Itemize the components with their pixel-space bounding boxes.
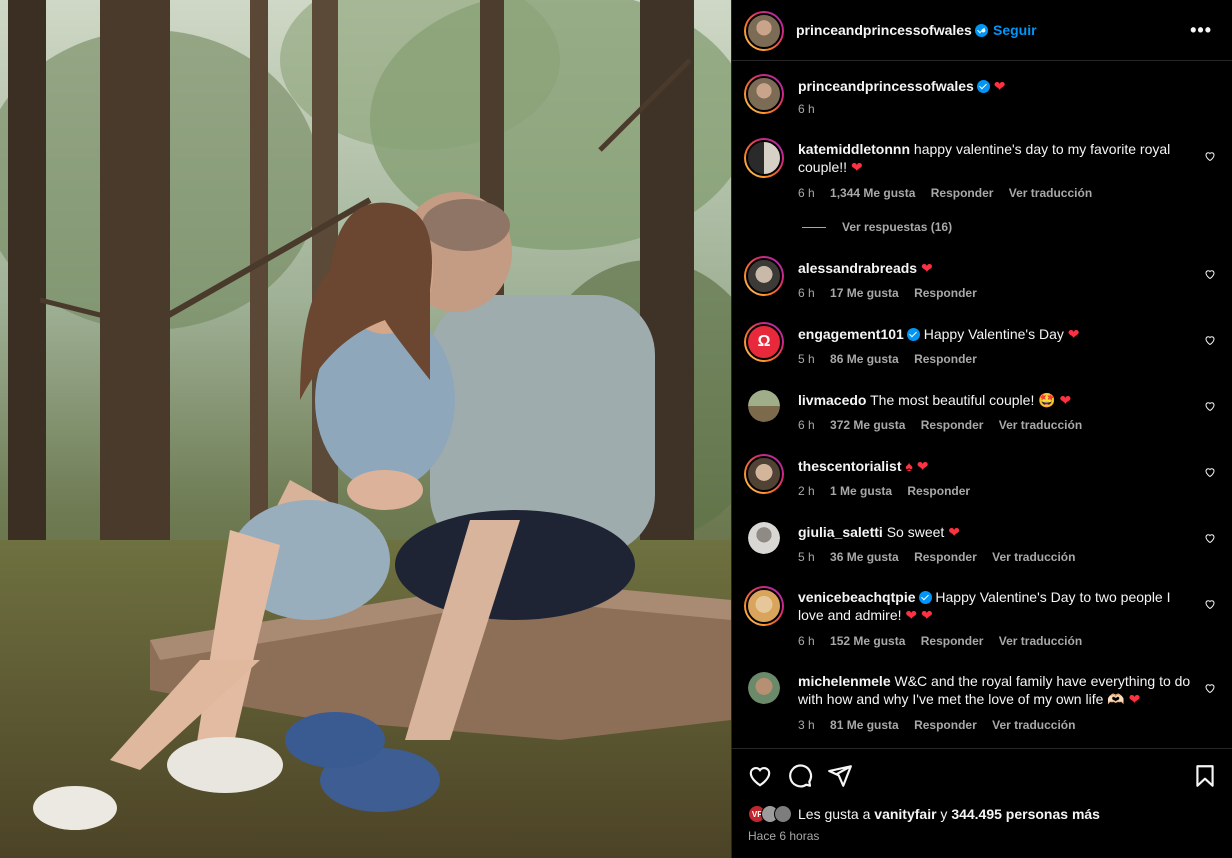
post-time: Hace 6 horas xyxy=(748,829,820,843)
like-comment-icon[interactable] xyxy=(1204,532,1216,544)
commenter-avatar[interactable] xyxy=(744,586,784,626)
comment-emoji: ❤ xyxy=(948,524,960,540)
post-photo xyxy=(0,0,731,858)
liker-avatar xyxy=(774,805,792,823)
view-replies-label: Ver respuestas (16) xyxy=(842,220,953,234)
commenter-avatar[interactable] xyxy=(744,454,784,494)
heart-icon[interactable] xyxy=(747,763,773,789)
comment-time: 6 h xyxy=(798,186,815,200)
like-comment-icon[interactable] xyxy=(1204,400,1216,412)
comment-time: 5 h xyxy=(798,550,815,564)
reply-button[interactable]: Responder xyxy=(931,186,994,200)
comment-username[interactable]: venicebeachqtpie xyxy=(798,589,916,605)
post-actions: VF Les gusta a vanityfair y 344.495 pers… xyxy=(732,748,1232,858)
author-avatar[interactable] xyxy=(744,11,784,51)
commenter-avatar[interactable]: Ω xyxy=(744,322,784,362)
likes-prefix: Les gusta a xyxy=(798,806,875,822)
post-header: princeandprincessofwales • Seguir ••• xyxy=(732,0,1232,61)
translate-button[interactable]: Ver traducción xyxy=(1009,186,1092,200)
comment-time: 3 h xyxy=(798,718,815,732)
share-icon[interactable] xyxy=(827,763,853,789)
comments-list[interactable]: princeandprincessofwales ❤ 6 h katemiddl… xyxy=(732,62,1232,748)
translate-button[interactable]: Ver traducción xyxy=(992,718,1075,732)
commenter-avatar[interactable] xyxy=(748,390,780,422)
separator-dot: • xyxy=(981,22,986,38)
comment-time: 6 h xyxy=(798,634,815,648)
reply-button[interactable]: Responder xyxy=(914,718,977,732)
verified-badge-icon xyxy=(918,591,932,604)
comment-username[interactable]: alessandrabreads xyxy=(798,260,917,276)
comment-time: 5 h xyxy=(798,352,815,366)
comment-emoji: 🤩 ❤ xyxy=(1038,392,1072,408)
reply-button[interactable]: Responder xyxy=(907,484,970,498)
comment-emoji: ♠ ❤ xyxy=(905,458,929,474)
commenter-avatar[interactable] xyxy=(744,256,784,296)
more-options-icon[interactable]: ••• xyxy=(1190,20,1212,41)
author-username[interactable]: princeandprincessofwales xyxy=(796,22,972,38)
reply-button[interactable]: Responder xyxy=(914,286,977,300)
reply-button[interactable]: Responder xyxy=(921,418,984,432)
like-comment-icon[interactable] xyxy=(1204,334,1216,346)
like-comment-icon[interactable] xyxy=(1204,682,1216,694)
comment-emoji: ❤ xyxy=(920,260,933,276)
comment-icon[interactable] xyxy=(787,763,813,789)
verified-badge-icon xyxy=(906,328,920,341)
likes-count-link[interactable]: 344.495 personas más xyxy=(951,806,1100,822)
comment-emoji: ❤ xyxy=(850,159,863,175)
verified-badge-icon xyxy=(976,80,990,93)
caption-time: 6 h xyxy=(798,102,815,116)
comment-likes[interactable]: 17 Me gusta xyxy=(830,286,899,300)
comment-username[interactable]: giulia_saletti xyxy=(798,524,883,540)
commenter-avatar[interactable] xyxy=(744,138,784,178)
comment-likes[interactable]: 86 Me gusta xyxy=(830,352,899,366)
photo-illustration xyxy=(0,0,731,858)
comment-time: 2 h xyxy=(798,484,815,498)
comment-text: So sweet xyxy=(886,524,945,540)
comment-username[interactable]: katemiddletonnn xyxy=(798,141,910,157)
caption-avatar[interactable] xyxy=(744,74,784,114)
comment-likes[interactable]: 1 Me gusta xyxy=(830,484,892,498)
caption-username[interactable]: princeandprincessofwales xyxy=(798,78,974,94)
comment-time: 6 h xyxy=(798,286,815,300)
comment-text: Happy Valentine's Day xyxy=(923,326,1064,342)
comment-text: The most beautiful couple! xyxy=(870,392,1035,408)
view-replies-button[interactable]: Ver respuestas (16) xyxy=(802,220,952,234)
comment-emoji: ❤ ❤ xyxy=(905,607,933,623)
like-comment-icon[interactable] xyxy=(1204,268,1216,280)
reply-button[interactable]: Responder xyxy=(914,352,977,366)
comment-username[interactable]: engagement101 xyxy=(798,326,904,342)
translate-button[interactable]: Ver traducción xyxy=(992,550,1075,564)
comment-username[interactable]: thescentorialist xyxy=(798,458,901,474)
comment-likes[interactable]: 1,344 Me gusta xyxy=(830,186,915,200)
comment-time: 6 h xyxy=(798,418,815,432)
translate-button[interactable]: Ver traducción xyxy=(999,418,1082,432)
comment-emoji: ❤ xyxy=(1067,326,1080,342)
likes-user-link[interactable]: vanityfair xyxy=(874,806,936,822)
reply-button[interactable]: Responder xyxy=(914,550,977,564)
bookmark-icon[interactable] xyxy=(1192,763,1218,789)
like-comment-icon[interactable] xyxy=(1204,598,1216,610)
comment-likes[interactable]: 81 Me gusta xyxy=(830,718,899,732)
heart-emoji: ❤ xyxy=(993,78,1006,94)
comment-likes[interactable]: 36 Me gusta xyxy=(830,550,899,564)
commenter-avatar[interactable] xyxy=(748,522,780,554)
translate-button[interactable]: Ver traducción xyxy=(999,634,1082,648)
follow-button[interactable]: Seguir xyxy=(993,22,1037,38)
comment-username[interactable]: michelenmele xyxy=(798,673,891,689)
comment-likes[interactable]: 372 Me gusta xyxy=(830,418,905,432)
like-comment-icon[interactable] xyxy=(1204,466,1216,478)
comment-likes[interactable]: 152 Me gusta xyxy=(830,634,905,648)
comment-emoji: ❤ xyxy=(1128,691,1141,707)
replies-line xyxy=(802,227,826,229)
post-sidebar: princeandprincessofwales • Seguir ••• pr… xyxy=(731,0,1232,858)
reply-button[interactable]: Responder xyxy=(921,634,984,648)
likes-mid: y xyxy=(936,806,952,822)
likes-summary[interactable]: VF Les gusta a vanityfair y 344.495 pers… xyxy=(748,805,1100,823)
comment-username[interactable]: livmacedo xyxy=(798,392,866,408)
like-comment-icon[interactable] xyxy=(1204,150,1216,162)
commenter-avatar[interactable] xyxy=(748,672,780,704)
